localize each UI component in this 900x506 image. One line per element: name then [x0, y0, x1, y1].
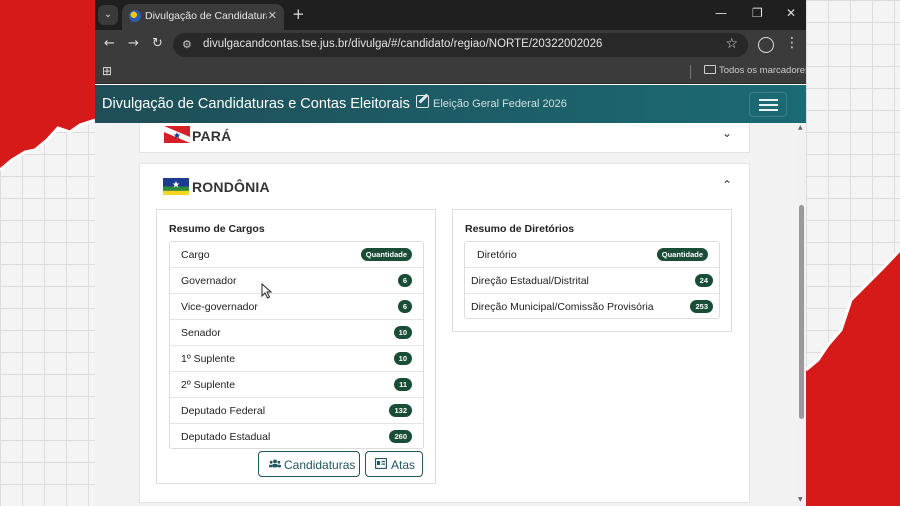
quantity-header-badge: Quantidade	[656, 248, 708, 261]
list-item[interactable]: Deputado Estadual 260	[170, 424, 423, 450]
hamburger-icon-line	[759, 109, 778, 111]
close-window-button[interactable]: ✕	[786, 6, 796, 20]
count-badge: 10	[393, 326, 412, 339]
cargo-label: Vice-governador	[181, 301, 258, 313]
state-card-rondonia: RONDÔNIA ⌃ Resumo de Cargos Cargo Quanti…	[139, 163, 750, 503]
page-content: PARÁ ⌄ RONDÔNIA ⌃ Resumo de Cargos Cargo	[95, 123, 800, 506]
app-title[interactable]: Divulgação de Candidaturas e Contas Elei…	[102, 96, 410, 112]
count-badge: 260	[389, 430, 412, 443]
new-tab-button[interactable]: +	[292, 5, 305, 23]
column-header: Cargo	[181, 249, 210, 261]
candidaturas-button-label: Candidaturas	[284, 458, 356, 472]
count-badge: 10	[393, 352, 412, 365]
site-settings-icon[interactable]: ⚙	[182, 38, 192, 51]
count-badge: 11	[394, 378, 412, 391]
chevron-up-icon[interactable]: ⌃	[722, 178, 732, 192]
list-item[interactable]: Direção Estadual/Distrital 24	[465, 268, 719, 294]
bookmarks-divider	[690, 65, 691, 79]
diretorio-label: Direção Municipal/Comissão Provisória	[471, 301, 654, 313]
cargo-label: 1º Suplente	[181, 353, 236, 365]
state-card-para[interactable]: PARÁ ⌄	[139, 123, 750, 153]
list-item[interactable]: Senador 10	[170, 320, 423, 346]
list-item[interactable]: 2º Suplente 11	[170, 372, 423, 398]
rondonia-flag-icon	[163, 178, 189, 195]
minimize-button[interactable]: —	[715, 6, 727, 20]
navigation-bar: ← → ↻ ⚙ divulgacandcontas.tse.jus.br/div…	[95, 30, 806, 60]
count-badge: 253	[690, 300, 713, 313]
count-badge: 6	[397, 274, 412, 287]
cargo-label: Senador	[181, 327, 221, 339]
background-right-decoration	[806, 0, 900, 506]
quantity-header-badge: Quantidade	[360, 248, 412, 261]
list-item[interactable]: 1º Suplente 10	[170, 346, 423, 372]
list-item[interactable]: Direção Municipal/Comissão Provisória 25…	[465, 294, 719, 320]
edit-icon	[416, 95, 429, 108]
atas-button[interactable]: Atas	[365, 451, 423, 477]
cargo-label: Deputado Estadual	[181, 431, 271, 443]
scrollbar-thumb[interactable]	[799, 205, 804, 419]
column-header: Diretório	[477, 249, 517, 261]
candidaturas-button[interactable]: Candidaturas	[258, 451, 360, 477]
state-name[interactable]: RONDÔNIA	[192, 179, 270, 195]
list-item[interactable]: Governador 6	[170, 268, 423, 294]
address-bar[interactable]: ⚙ divulgacandcontas.tse.jus.br/divulga/#…	[173, 33, 748, 57]
tab-title: Divulgação de Candidaturas e C	[145, 10, 267, 22]
active-tab[interactable]: Divulgação de Candidaturas e C ✕	[122, 4, 284, 30]
list-item[interactable]: Vice-governador 6	[170, 294, 423, 320]
para-flag-icon	[164, 126, 190, 143]
forward-button[interactable]: →	[128, 36, 139, 51]
state-name: PARÁ	[192, 128, 232, 144]
star-icon[interactable]: ☆	[725, 36, 738, 52]
scroll-down-icon[interactable]: ▼	[798, 496, 803, 503]
hamburger-menu-button[interactable]	[749, 92, 787, 117]
browser-menu-icon[interactable]: ⋮	[785, 35, 799, 51]
page-scrollbar[interactable]: ▲ ▼	[797, 123, 806, 506]
count-badge: 6	[397, 300, 412, 313]
id-card-icon	[375, 458, 387, 469]
count-badge: 24	[694, 274, 713, 287]
hamburger-icon-line	[759, 99, 778, 101]
all-bookmarks-link[interactable]: Todos os marcadores	[719, 65, 806, 76]
url-text[interactable]: divulgacandcontas.tse.jus.br/divulga/#/c…	[203, 38, 602, 50]
scroll-up-icon[interactable]: ▲	[798, 124, 803, 131]
users-icon	[269, 459, 281, 468]
account-icon[interactable]	[758, 37, 774, 53]
cargo-label: Deputado Federal	[181, 405, 266, 417]
reload-button[interactable]: ↻	[152, 36, 163, 51]
diretorios-list: Diretório Quantidade Direção Estadual/Di…	[464, 241, 720, 319]
maximize-button[interactable]: ❐	[752, 6, 763, 20]
app-header: Divulgação de Candidaturas e Contas Elei…	[95, 85, 806, 123]
hamburger-icon-line	[759, 104, 778, 106]
diretorios-summary-panel: Resumo de Diretórios Diretório Quantidad…	[452, 209, 732, 332]
browser-window: ⌄ Divulgação de Candidaturas e C ✕ + — ❐…	[95, 0, 806, 506]
panel-title: Resumo de Diretórios	[465, 223, 575, 235]
cargos-summary-panel: Resumo de Cargos Cargo Quantidade Govern…	[156, 209, 436, 484]
cargo-label: 2º Suplente	[181, 379, 236, 391]
chevron-down-icon[interactable]: ⌄	[722, 126, 732, 140]
tab-close-icon[interactable]: ✕	[268, 9, 277, 22]
list-header: Diretório Quantidade	[465, 242, 719, 268]
count-badge: 132	[389, 404, 412, 417]
list-header: Cargo Quantidade	[170, 242, 423, 268]
mouse-cursor-icon	[261, 283, 273, 299]
apps-icon[interactable]: ⊞	[102, 64, 112, 78]
back-button[interactable]: ←	[104, 36, 115, 51]
election-name[interactable]: Eleição Geral Federal 2026	[433, 98, 567, 110]
folder-icon	[704, 65, 716, 74]
favicon-icon	[129, 10, 141, 22]
atas-button-label: Atas	[391, 458, 416, 472]
panel-title: Resumo de Cargos	[169, 223, 265, 235]
diretorio-label: Direção Estadual/Distrital	[471, 275, 589, 287]
list-item[interactable]: Deputado Federal 132	[170, 398, 423, 424]
cargo-label: Governador	[181, 275, 237, 287]
background-left-decoration	[0, 0, 95, 506]
bookmarks-bar: ⊞ Todos os marcadores	[95, 60, 806, 84]
cargos-list: Cargo Quantidade Governador 6 Vice-gover…	[169, 241, 424, 449]
tab-search-button[interactable]: ⌄	[98, 5, 118, 25]
tab-bar: ⌄ Divulgação de Candidaturas e C ✕ + — ❐…	[95, 0, 806, 30]
